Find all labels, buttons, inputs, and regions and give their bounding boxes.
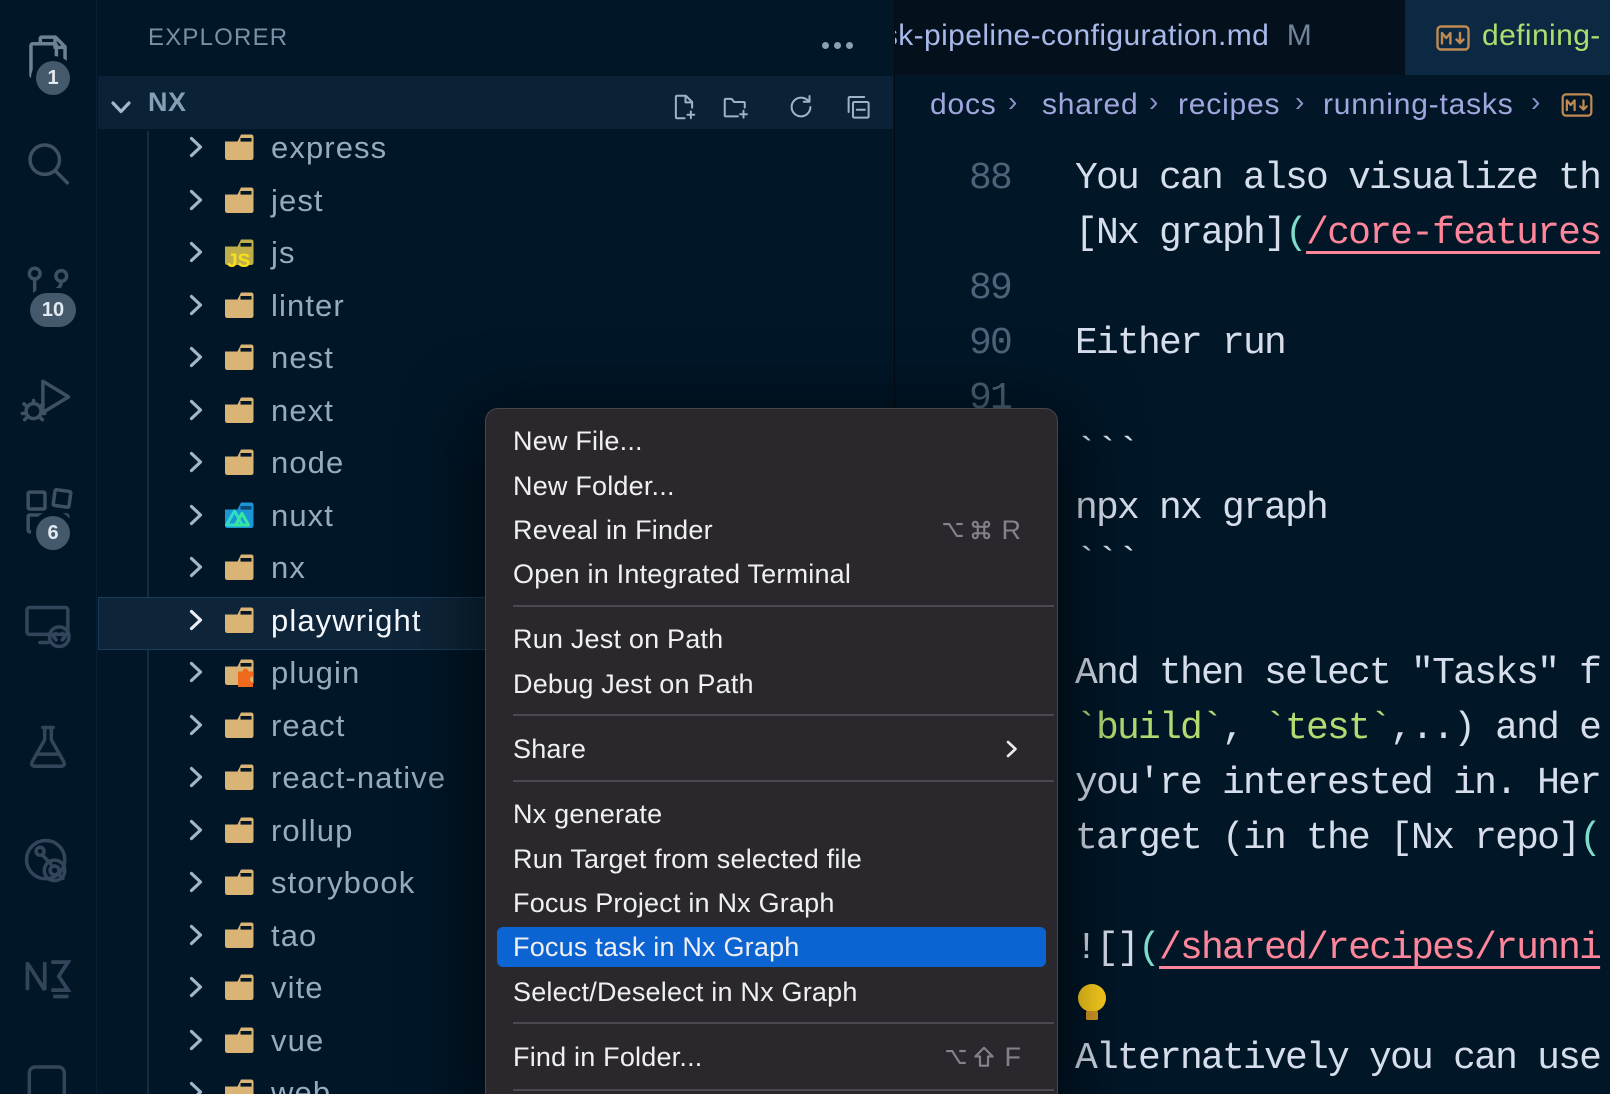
- svg-text:JS: JS: [227, 251, 250, 267]
